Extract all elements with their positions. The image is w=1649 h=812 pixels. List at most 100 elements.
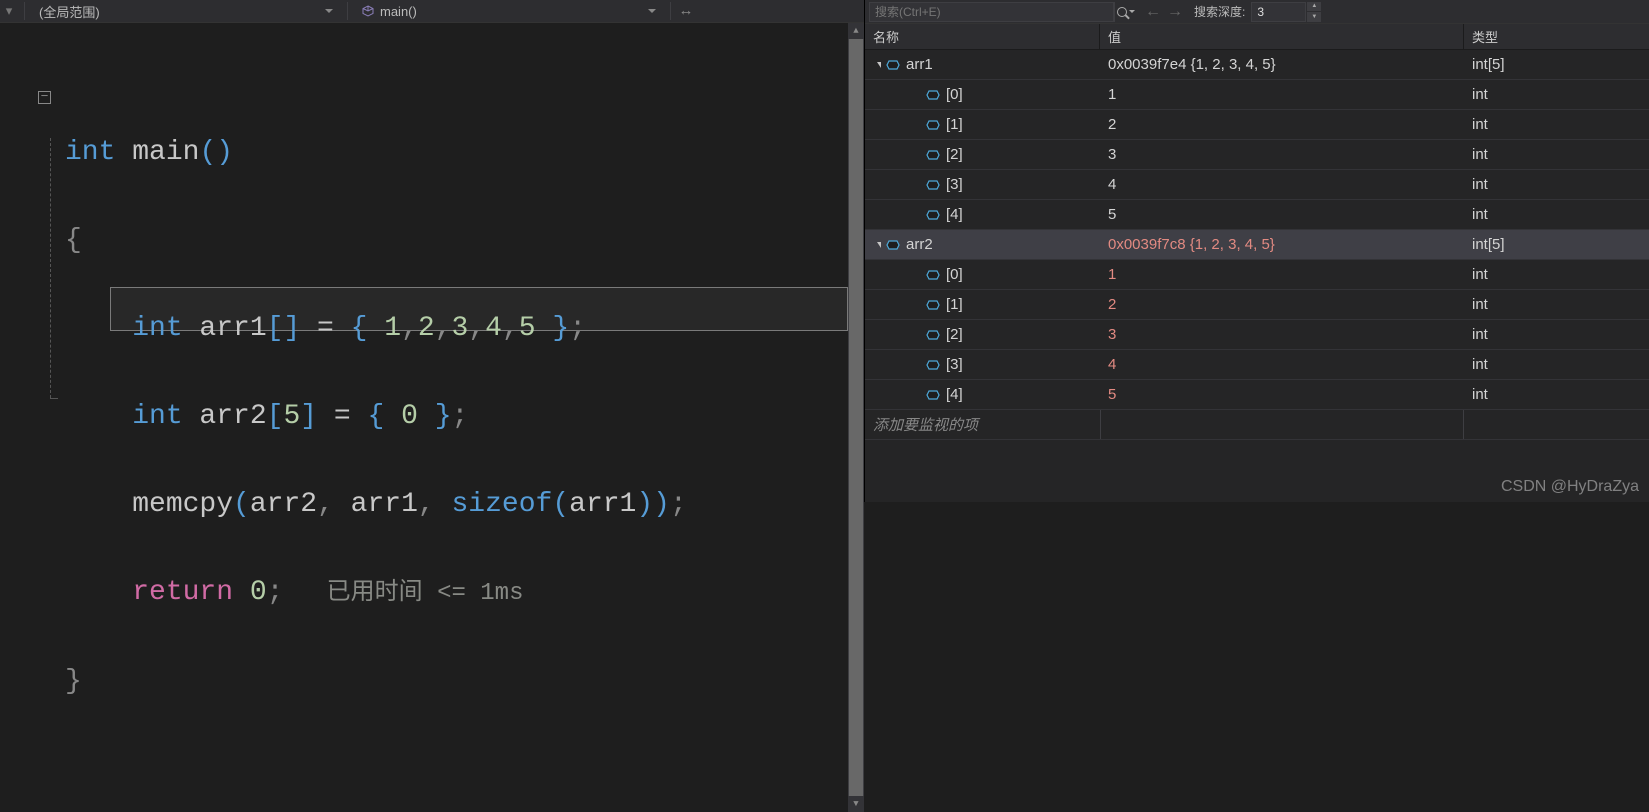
- swap-panes-button[interactable]: ↔: [677, 2, 695, 20]
- depth-label: 搜索深度:: [1194, 3, 1245, 20]
- variable-type: int[5]: [1464, 236, 1649, 253]
- variable-value: 4: [1100, 176, 1464, 193]
- editor-toolbar: ▾ (全局范围) main() ↔: [0, 0, 864, 23]
- vertical-scrollbar[interactable]: ▲ ▼: [848, 23, 864, 812]
- variable-icon: [926, 179, 940, 191]
- variable-name: [4]: [946, 206, 963, 223]
- watch-row[interactable]: [3] 4int: [865, 170, 1649, 200]
- variable-name: [4]: [946, 386, 963, 403]
- variable-name: [2]: [946, 326, 963, 343]
- fold-guide: [50, 138, 51, 398]
- depth-spinner[interactable]: ▲ ▼: [1307, 2, 1321, 22]
- variable-icon: [886, 239, 900, 251]
- column-header-value[interactable]: 值: [1100, 24, 1464, 49]
- variable-name: [3]: [946, 176, 963, 193]
- variable-name: [3]: [946, 356, 963, 373]
- editor-pane: ▾ (全局范围) main() ↔ − int main() { int arr…: [0, 0, 865, 502]
- scroll-up-icon[interactable]: ▲: [848, 23, 864, 39]
- variable-name: [0]: [946, 86, 963, 103]
- variable-name: arr2: [906, 236, 933, 253]
- scope-dropdown[interactable]: (全局范围): [31, 0, 341, 22]
- variable-type: int: [1464, 296, 1649, 313]
- variable-icon: [926, 359, 940, 371]
- watch-row[interactable]: [2] 3int: [865, 140, 1649, 170]
- variable-icon: [926, 389, 940, 401]
- code-area[interactable]: int main() { int arr1[] = { 1,2,3,4,5 };…: [55, 23, 848, 812]
- watch-row[interactable]: [1] 2int: [865, 290, 1649, 320]
- search-button[interactable]: [1114, 2, 1136, 22]
- nav-next-icon[interactable]: →: [1166, 3, 1184, 21]
- expander-icon[interactable]: [871, 239, 883, 251]
- watch-row[interactable]: [1] 2int: [865, 110, 1649, 140]
- nav-back-icon[interactable]: ▾: [0, 2, 18, 20]
- variable-icon: [926, 89, 940, 101]
- variable-value: 1: [1100, 266, 1464, 283]
- watch-row[interactable]: [2] 3int: [865, 320, 1649, 350]
- variable-name: arr1: [906, 56, 933, 73]
- scroll-track[interactable]: [848, 39, 864, 796]
- fold-toggle[interactable]: −: [38, 91, 51, 104]
- variable-icon: [926, 119, 940, 131]
- watch-row[interactable]: [3] 4int: [865, 350, 1649, 380]
- variable-value: 2: [1100, 296, 1464, 313]
- variable-icon: [886, 59, 900, 71]
- variable-icon: [926, 209, 940, 221]
- watch-row[interactable]: [0] 1int: [865, 260, 1649, 290]
- depth-input[interactable]: [1251, 2, 1306, 22]
- editor-body: − int main() { int arr1[] = { 1,2,3,4,5 …: [0, 23, 864, 812]
- variable-type: int[5]: [1464, 56, 1649, 73]
- function-label: main(): [380, 4, 417, 19]
- search-input[interactable]: [869, 2, 1114, 22]
- scroll-down-icon[interactable]: ▼: [848, 796, 864, 812]
- watch-pane: ← → 搜索深度: ▲ ▼ 名称 值 类型 arr1 0x0039f7e4 {1,…: [865, 0, 1649, 502]
- column-header-type[interactable]: 类型: [1464, 24, 1649, 49]
- scope-label: (全局范围): [39, 2, 100, 21]
- variable-name: [0]: [946, 266, 963, 283]
- chevron-down-icon: [648, 9, 656, 13]
- column-header-name[interactable]: 名称: [865, 24, 1100, 49]
- gutter: −: [0, 23, 55, 812]
- variable-value: 2: [1100, 116, 1464, 133]
- add-watch-label: 添加要监视的项: [865, 414, 1100, 435]
- add-watch-row[interactable]: 添加要监视的项: [865, 410, 1649, 440]
- variable-icon: [926, 149, 940, 161]
- chevron-down-icon: [1129, 10, 1135, 13]
- variable-type: int: [1464, 326, 1649, 343]
- variable-type: int: [1464, 116, 1649, 133]
- variable-type: int: [1464, 146, 1649, 163]
- watch-row[interactable]: [4] 5int: [865, 200, 1649, 230]
- variable-value: 4: [1100, 356, 1464, 373]
- chevron-down-icon: [325, 9, 333, 13]
- expander-icon[interactable]: [871, 59, 883, 71]
- function-dropdown[interactable]: main(): [354, 0, 664, 22]
- variable-name: [1]: [946, 116, 963, 133]
- variable-type: int: [1464, 266, 1649, 283]
- variable-type: int: [1464, 356, 1649, 373]
- variable-type: int: [1464, 176, 1649, 193]
- variable-value: 0x0039f7c8 {1, 2, 3, 4, 5}: [1100, 236, 1464, 253]
- variable-type: int: [1464, 86, 1649, 103]
- variable-icon: [926, 269, 940, 281]
- variable-type: int: [1464, 386, 1649, 403]
- variable-value: 1: [1100, 86, 1464, 103]
- variable-type: int: [1464, 206, 1649, 223]
- cube-icon: [362, 5, 374, 17]
- variable-name: [1]: [946, 296, 963, 313]
- variable-value: 3: [1100, 146, 1464, 163]
- nav-prev-icon[interactable]: ←: [1144, 3, 1162, 21]
- watch-row[interactable]: [0] 1int: [865, 80, 1649, 110]
- watch-row[interactable]: arr2 0x0039f7c8 {1, 2, 3, 4, 5}int[5]: [865, 230, 1649, 260]
- watch-row[interactable]: [4]5int: [865, 380, 1649, 410]
- watch-body: arr10x0039f7e4 {1, 2, 3, 4, 5}int[5][0]1…: [865, 50, 1649, 502]
- watch-row[interactable]: arr1 0x0039f7e4 {1, 2, 3, 4, 5}int[5]: [865, 50, 1649, 80]
- scroll-thumb[interactable]: [849, 39, 863, 796]
- variable-name: [2]: [946, 146, 963, 163]
- watch-header: 名称 值 类型: [865, 24, 1649, 50]
- variable-icon: [926, 329, 940, 341]
- variable-value: 3: [1100, 326, 1464, 343]
- spinner-down-icon[interactable]: ▼: [1307, 12, 1321, 22]
- search-icon: [1117, 7, 1127, 17]
- variable-value: 0x0039f7e4 {1, 2, 3, 4, 5}: [1100, 56, 1464, 73]
- variable-value: 5: [1100, 206, 1464, 223]
- spinner-up-icon[interactable]: ▲: [1307, 2, 1321, 12]
